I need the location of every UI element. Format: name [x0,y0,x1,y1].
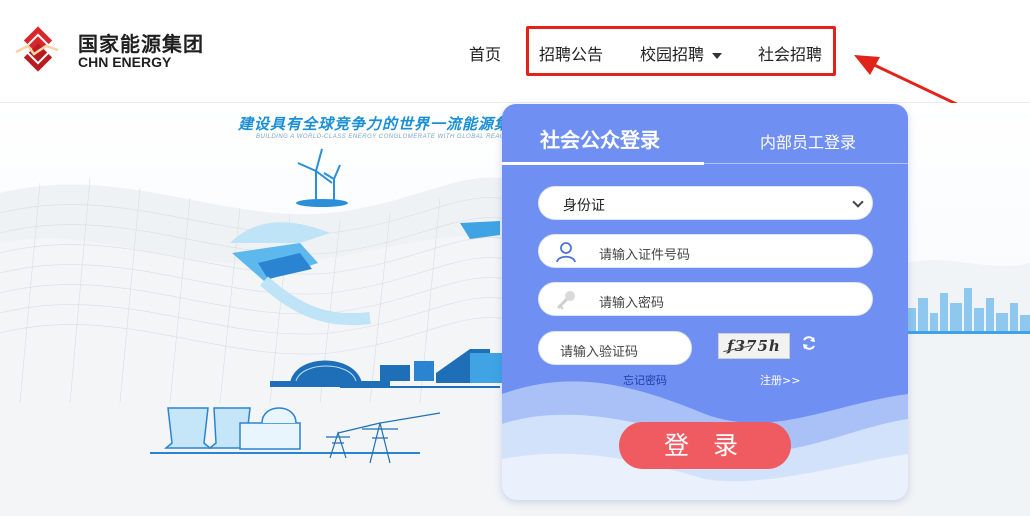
chevron-down-icon [852,196,864,208]
active-tab-indicator [502,162,704,165]
nav-recruitment-notice[interactable]: 招聘公告 [539,41,603,65]
tab-divider [704,163,908,164]
nav-home[interactable]: 首页 [469,41,501,65]
hero-slogan: 建设具有全球竞争力的世界一流能源集 [238,115,511,133]
caret-down-icon [712,52,723,59]
key-icon [556,291,575,310]
captcha-text: f375h [727,337,781,355]
forgot-password-link[interactable]: 忘记密码 [623,372,667,388]
nav-campus-recruitment[interactable]: 校园招聘 [640,41,723,65]
id-type-selected: 身份证 [563,198,605,214]
refresh-icon[interactable] [801,335,817,351]
tab-public-login[interactable]: 社会公众登录 [540,124,660,153]
id-number-placeholder: 请输入证件号码 [599,248,691,263]
captcha-input[interactable]: 请输入验证码 [538,331,692,365]
login-card: 社会公众登录 内部员工登录 身份证 请输入证件号码 请输入密码 请输入验证码 f… [502,104,908,500]
tab-internal-login[interactable]: 内部员工登录 [760,129,856,153]
site-header: 国家能源集团 CHN ENERGY 首页 招聘公告 校园招聘 社会招聘 [0,0,1030,103]
user-icon [556,242,576,263]
nav-social-recruitment[interactable]: 社会招聘 [758,41,822,65]
register-link[interactable]: 注册>> [760,372,800,388]
captcha-placeholder: 请输入验证码 [560,345,639,360]
login-button[interactable]: 登 录 [619,422,791,469]
password-placeholder: 请输入密码 [599,296,665,311]
id-type-select[interactable]: 身份证 [538,186,873,220]
password-input[interactable]: 请输入密码 [538,282,873,316]
brand-name-en: CHN ENERGY [78,54,172,70]
captcha-image[interactable]: f375h [718,333,790,359]
nav-campus-label: 校园招聘 [640,45,705,64]
hero-slogan-en: BUILDING A WORLD-CLASS ENERGY CONGLOMERA… [256,134,510,140]
chn-energy-logo-icon [15,26,59,72]
brand-name-cn: 国家能源集团 [78,32,204,56]
id-number-input[interactable]: 请输入证件号码 [538,234,873,268]
brand-logo[interactable]: 国家能源集团 CHN ENERGY [6,24,206,76]
